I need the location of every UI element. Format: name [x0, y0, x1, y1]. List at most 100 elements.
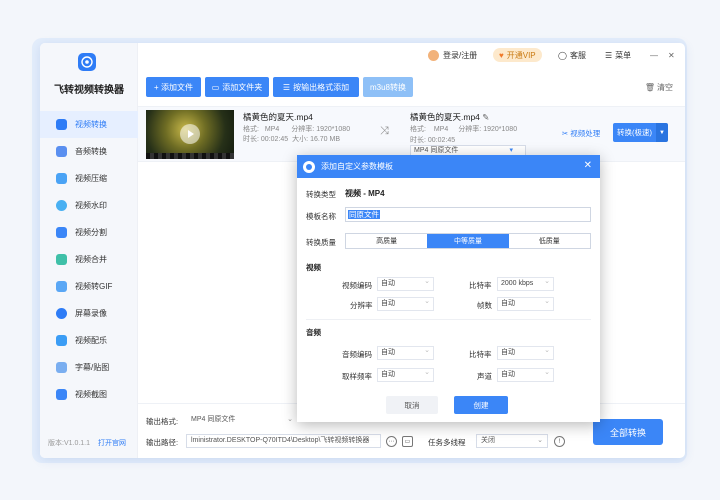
- vip-button[interactable]: ♥ 开通VIP: [493, 48, 542, 62]
- quality-label: 转换质量: [306, 238, 336, 247]
- info-icon[interactable]: !: [554, 436, 565, 447]
- folder-open-icon[interactable]: ▭: [402, 436, 413, 447]
- add-file-button[interactable]: + 添加文件: [146, 77, 201, 97]
- sidebar-item-screen-record[interactable]: 屏幕录像: [40, 300, 138, 327]
- menu-button[interactable]: ☰ 菜单: [605, 49, 631, 62]
- website-link[interactable]: 打开官网: [98, 440, 126, 447]
- m3u8-button[interactable]: m3u8转换: [363, 77, 413, 97]
- support-button[interactable]: ◯ 客服: [558, 49, 586, 62]
- audio-bitrate-select[interactable]: 自动: [497, 345, 554, 360]
- output-path-field[interactable]: lministrator.DESKTOP-Q70ITD4\Desktop\飞转视…: [186, 434, 381, 448]
- video-codec-label: 视频编码: [342, 281, 372, 290]
- output-meta-row2: 时长: 00:02:45: [410, 137, 456, 144]
- template-name-label: 模板名称: [306, 212, 336, 221]
- template-name-input[interactable]: 同原文件: [345, 207, 591, 222]
- login-button[interactable]: 登录/注册: [428, 49, 477, 62]
- quality-medium[interactable]: 中等质量: [427, 234, 509, 248]
- cancel-button[interactable]: 取消: [386, 396, 438, 414]
- sidebar-item-subtitle[interactable]: 字幕/贴图: [40, 354, 138, 381]
- app-logo: [78, 53, 96, 71]
- user-avatar-icon: [428, 50, 439, 61]
- sidebar-item-audio-convert[interactable]: 音频转换: [40, 138, 138, 165]
- menu-icon: ☰: [605, 51, 613, 60]
- output-format-label: 输出格式:: [146, 417, 179, 426]
- output-path-label: 输出路径:: [146, 438, 179, 447]
- sidebar-item-music[interactable]: 视频配乐: [40, 327, 138, 354]
- channel-select[interactable]: 自动: [497, 367, 554, 382]
- resolution-label: 分辨率: [350, 301, 373, 310]
- close-icon[interactable]: ✕: [584, 160, 592, 171]
- convert-type-value: 视频 - MP4: [345, 189, 385, 198]
- version-info: 版本:V1.0.1.1 打开官网: [48, 440, 127, 447]
- convert-all-button[interactable]: 全部转换: [593, 419, 663, 445]
- batch-add-button[interactable]: ☰ 按输出格式添加: [273, 77, 359, 97]
- sidebar-item-watermark[interactable]: 视频水印: [40, 192, 138, 219]
- toolbar: + 添加文件 ▭ 添加文件夹 ☰ 按输出格式添加 m3u8转换 🗑 清空: [138, 77, 685, 97]
- audio-codec-label: 音频编码: [342, 350, 372, 359]
- video-convert-icon: [56, 119, 67, 130]
- sidebar-item-video-convert[interactable]: 视频转换: [40, 111, 138, 138]
- create-button[interactable]: 创建: [454, 396, 508, 414]
- source-file-name: 橘黄色的夏天.mp4: [243, 112, 313, 122]
- sample-rate-select[interactable]: 自动: [377, 367, 434, 382]
- fps-select[interactable]: 自动: [497, 296, 554, 311]
- output-file-name: 橘黄色的夏天.mp4 ✎: [410, 112, 490, 122]
- audio-codec-select[interactable]: 自动: [377, 345, 434, 360]
- swap-icon: ⤨: [380, 125, 389, 137]
- quality-selector: 高质量 中等质量 低质量: [345, 233, 591, 249]
- chevron-down-icon: ⌄: [537, 437, 543, 444]
- custom-template-dialog: 添加自定义参数模板 ✕ 转换类型 视频 - MP4 模板名称 同原文件 转换质量…: [297, 155, 600, 422]
- video-codec-select[interactable]: 自动: [377, 276, 434, 291]
- screenshot-icon: [56, 389, 67, 400]
- list-icon: ☰: [282, 82, 291, 92]
- video-bitrate-select[interactable]: 2000 kbps: [497, 276, 554, 291]
- sidebar: 飞转视频转换器 视频转换 音频转换 视频压缩 视频水印 视频分割 视频合并 视频…: [40, 43, 138, 458]
- subtitle-icon: [56, 362, 67, 373]
- video-compress-icon: [56, 173, 67, 184]
- video-bitrate-label: 比特率: [469, 281, 492, 290]
- clear-button[interactable]: 🗑 清空: [645, 82, 673, 93]
- video-split-icon: [56, 227, 67, 238]
- trash-icon: 🗑: [644, 83, 655, 92]
- sidebar-item-screenshot[interactable]: 视频截图: [40, 381, 138, 408]
- quality-low[interactable]: 低质量: [509, 234, 590, 248]
- sidebar-item-video-merge[interactable]: 视频合并: [40, 246, 138, 273]
- sample-rate-label: 取样频率: [342, 372, 372, 381]
- video-merge-icon: [56, 254, 67, 265]
- sidebar-item-video-split[interactable]: 视频分割: [40, 219, 138, 246]
- sidebar-item-gif[interactable]: 视频转GIF: [40, 273, 138, 300]
- chevron-down-icon: ▼: [659, 129, 665, 136]
- more-icon[interactable]: ⋯: [386, 436, 397, 447]
- music-icon: [56, 335, 67, 346]
- audio-bitrate-label: 比特率: [469, 350, 492, 359]
- multithread-label: 任务多线程: [428, 438, 466, 447]
- fps-label: 帧数: [477, 301, 492, 310]
- pencil-icon[interactable]: ✎: [482, 112, 489, 122]
- app-name: 飞转视频转换器: [54, 85, 124, 96]
- sidebar-item-video-compress[interactable]: 视频压缩: [40, 165, 138, 192]
- dialog-title: 添加自定义参数模板: [321, 162, 393, 171]
- heart-icon: ♥: [499, 50, 504, 60]
- video-edit-link[interactable]: ✂ 视频处理: [562, 128, 600, 139]
- screen-record-icon: [56, 308, 67, 319]
- quality-high[interactable]: 高质量: [346, 234, 427, 248]
- audio-section-title: 音频: [306, 328, 321, 337]
- channel-label: 声道: [477, 372, 492, 381]
- dialog-header: 添加自定义参数模板 ✕: [297, 155, 600, 178]
- video-thumbnail[interactable]: [146, 110, 234, 159]
- sidebar-nav: 视频转换 音频转换 视频压缩 视频水印 视频分割 视频合并 视频转GIF 屏幕录…: [40, 111, 138, 408]
- multithread-select[interactable]: 关闭 ⌄: [476, 434, 548, 448]
- source-meta-row1: 格式: MP4 分辨率: 1920*1080: [243, 126, 351, 133]
- close-button[interactable]: ✕: [668, 49, 675, 62]
- output-format-select[interactable]: MP4 同原文件 ⌄: [186, 413, 298, 427]
- app-logo-icon: [303, 160, 315, 173]
- video-section-title: 视频: [306, 263, 321, 272]
- gif-icon: [56, 281, 67, 292]
- minimize-button[interactable]: —: [650, 49, 658, 62]
- add-folder-button[interactable]: ▭ 添加文件夹: [205, 77, 269, 97]
- resolution-select[interactable]: 自动: [377, 296, 434, 311]
- convert-dropdown[interactable]: ▼: [656, 123, 668, 142]
- convert-button[interactable]: 转换(极速): [613, 123, 656, 142]
- play-icon[interactable]: [180, 124, 200, 144]
- convert-type-label: 转换类型: [306, 190, 336, 199]
